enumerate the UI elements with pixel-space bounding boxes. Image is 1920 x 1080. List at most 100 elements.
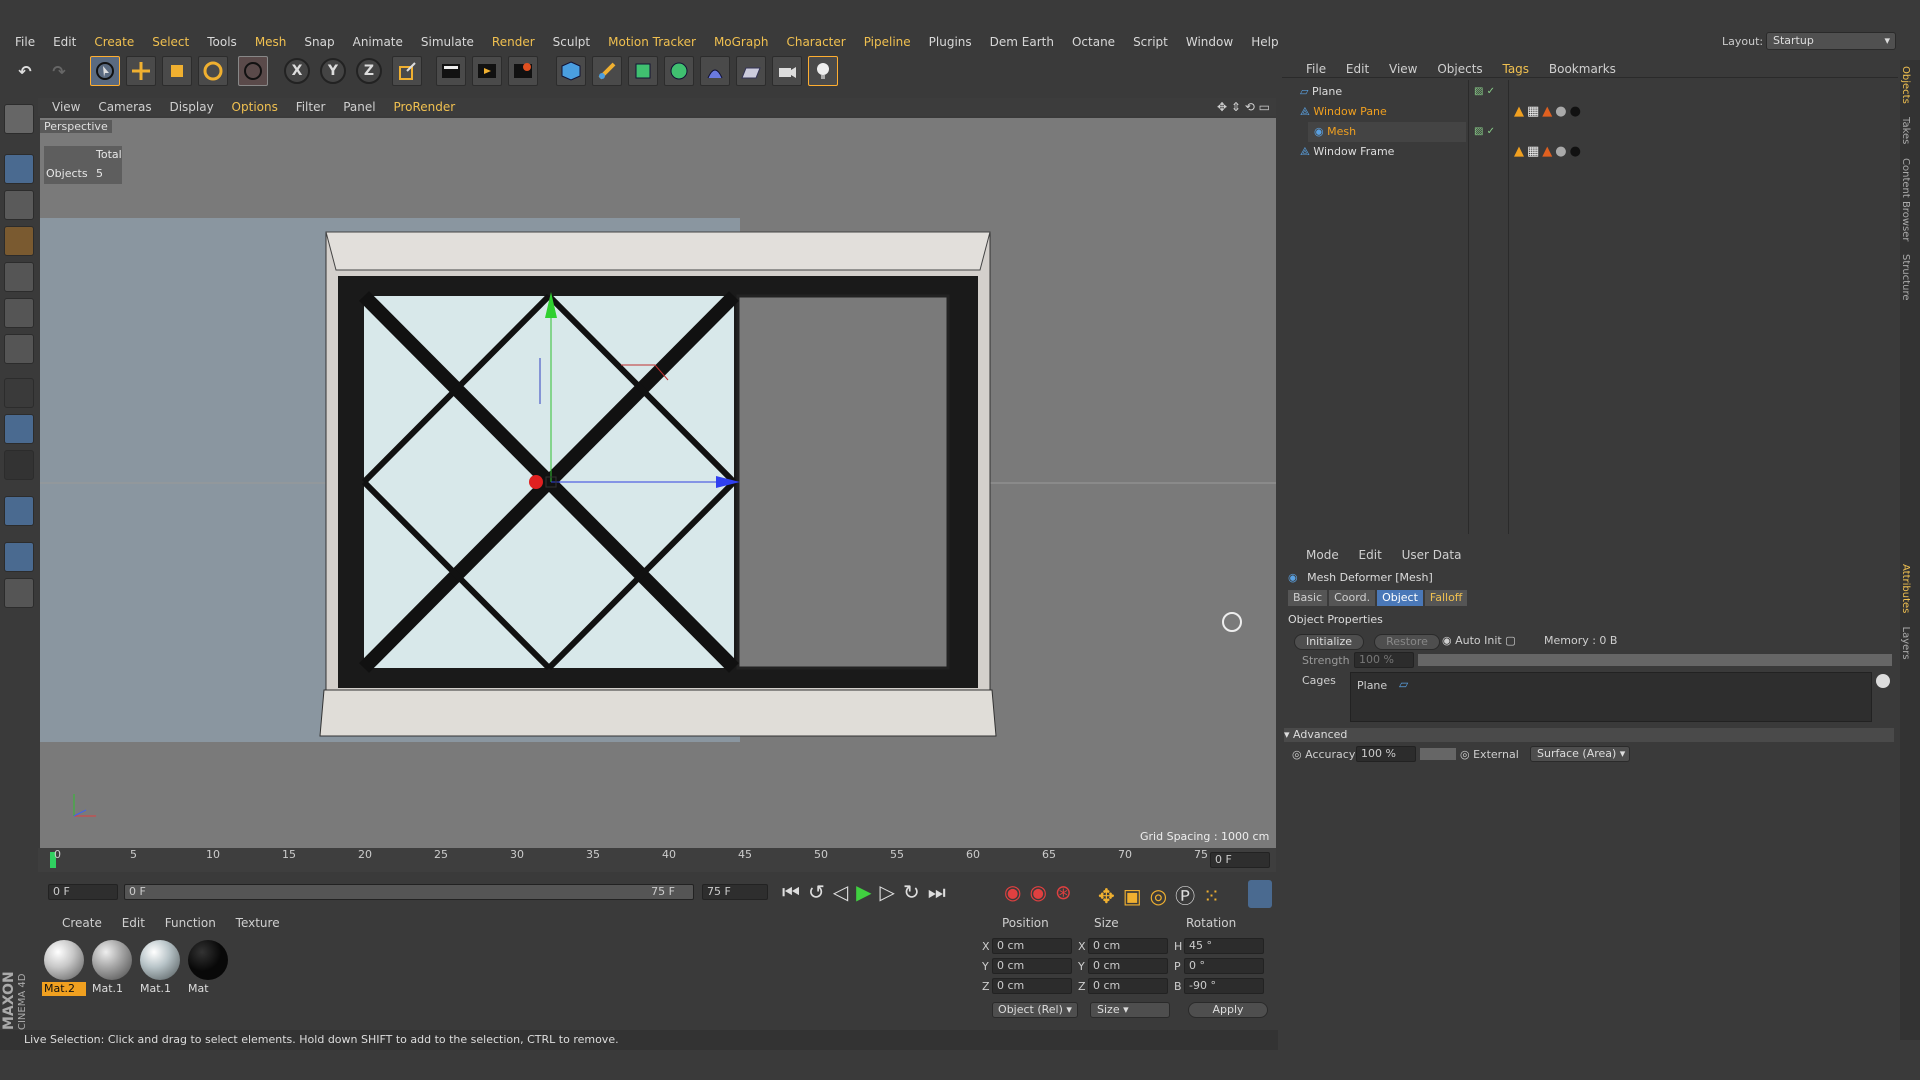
side-tab-attributes[interactable]: Attributes	[1900, 564, 1911, 613]
material-menu-texture[interactable]: Texture	[236, 916, 280, 930]
object-menu-bookmarks[interactable]: Bookmarks	[1549, 62, 1616, 76]
prev-frame-icon[interactable]: ◁	[833, 880, 856, 904]
key-pla-icon[interactable]: ⁙	[1203, 884, 1228, 908]
x-axis-lock-button[interactable]: X	[284, 58, 310, 84]
cube-icon[interactable]	[556, 56, 586, 86]
x-axis-handle[interactable]	[529, 475, 543, 489]
workplane-icon[interactable]	[4, 542, 34, 572]
tweak-mode-icon[interactable]	[4, 414, 34, 444]
keyframe-selection-icon[interactable]: ⊛	[1055, 880, 1080, 904]
visibility-toggles[interactable]: ▨ ✓	[1474, 126, 1504, 138]
menu-render[interactable]: Render	[483, 34, 544, 50]
live-selection-icon[interactable]	[90, 56, 120, 86]
key-rotation-icon[interactable]: ◎	[1150, 884, 1175, 908]
scale-icon[interactable]	[162, 56, 192, 86]
rotation-h-field[interactable]: 45 °	[1184, 938, 1264, 954]
size-y-field[interactable]: 0 cm	[1088, 958, 1168, 974]
viewport-menu-prorender[interactable]: ProRender	[393, 100, 455, 114]
workplane-mode-icon[interactable]	[4, 226, 34, 256]
cages-list[interactable]: Plane ▱	[1350, 672, 1872, 722]
position-x-field[interactable]: 0 cm	[992, 938, 1072, 954]
size-mode-select[interactable]: Size ▾	[1090, 1002, 1170, 1018]
magnet-icon[interactable]	[4, 496, 34, 526]
start-frame-field[interactable]: 0 F	[48, 884, 118, 900]
render-settings-icon[interactable]	[508, 56, 538, 86]
texture-mode-icon[interactable]	[4, 190, 34, 220]
object-row-window-frame[interactable]: ⟁ Window Frame	[1300, 142, 1394, 162]
polygons-mode-icon[interactable]	[4, 334, 34, 364]
menu-dem-earth[interactable]: Dem Earth	[981, 34, 1063, 50]
snap-icon[interactable]	[4, 450, 34, 480]
light-icon[interactable]	[808, 56, 838, 86]
next-frame-icon[interactable]: ▷	[880, 880, 903, 904]
accuracy-slider[interactable]	[1420, 748, 1456, 760]
menu-create[interactable]: Create	[85, 34, 143, 50]
rotation-b-field[interactable]: -90 °	[1184, 978, 1264, 994]
object-menu-view[interactable]: View	[1389, 62, 1417, 76]
tab-falloff[interactable]: Falloff	[1424, 590, 1468, 606]
menu-pipeline[interactable]: Pipeline	[855, 34, 920, 50]
undo-icon[interactable]: ↶	[10, 56, 40, 86]
material-swatch[interactable]: Mat.1	[138, 938, 182, 998]
points-mode-icon[interactable]	[4, 262, 34, 292]
render-view-icon[interactable]	[436, 56, 466, 86]
attribute-menu-mode[interactable]: Mode	[1306, 548, 1339, 562]
camera-label[interactable]: Perspective	[40, 120, 112, 133]
object-menu-edit[interactable]: Edit	[1346, 62, 1369, 76]
mograph-cloner-icon[interactable]	[664, 56, 694, 86]
tag-icons-window-pane[interactable]: ▲▦▲●●	[1514, 104, 1584, 119]
object-row-window-pane[interactable]: ⟁ Window Pane	[1300, 102, 1387, 122]
material-swatch[interactable]: Mat.2	[42, 938, 86, 998]
prev-key-icon[interactable]: ↺	[808, 880, 833, 904]
menu-window[interactable]: Window	[1177, 34, 1242, 50]
external-select[interactable]: Surface (Area) ▾	[1530, 746, 1630, 762]
object-menu-file[interactable]: File	[1306, 62, 1326, 76]
pick-icon[interactable]	[1876, 674, 1890, 688]
attribute-menu-edit[interactable]: Edit	[1359, 548, 1382, 562]
tag-icons-window-frame[interactable]: ▲▦▲●●	[1514, 144, 1584, 159]
model-mode-icon[interactable]	[4, 154, 34, 184]
go-to-end-icon[interactable]: ⏭	[928, 880, 954, 904]
side-tab-content-browser[interactable]: Content Browser	[1900, 158, 1911, 241]
auto-init-checkbox[interactable]: ◉ Auto Init ▢	[1442, 634, 1516, 647]
timeline-window-icon[interactable]	[1248, 880, 1272, 908]
viewport-nav-icons[interactable]: ✥ ⇕ ⟲ ▭	[1217, 98, 1270, 116]
play-icon[interactable]: ▶	[856, 880, 879, 904]
record-controls[interactable]: ◉◉⊛	[1004, 880, 1080, 904]
menu-octane[interactable]: Octane	[1063, 34, 1124, 50]
key-position-icon[interactable]: ✥	[1098, 884, 1123, 908]
make-editable-icon[interactable]	[4, 104, 34, 134]
redo-icon[interactable]: ↷	[44, 56, 74, 86]
rotate-icon[interactable]	[198, 56, 228, 86]
menu-script[interactable]: Script	[1124, 34, 1177, 50]
side-tab-structure[interactable]: Structure	[1900, 254, 1911, 301]
menu-motion-tracker[interactable]: Motion Tracker	[599, 34, 705, 50]
size-x-field[interactable]: 0 cm	[1088, 938, 1168, 954]
axis-mode-icon[interactable]	[4, 378, 34, 408]
playback-controls[interactable]: ⏮↺◁▶▷↻⏭	[782, 880, 954, 904]
menu-snap[interactable]: Snap	[295, 34, 343, 50]
last-tool-icon[interactable]	[238, 56, 268, 86]
tab-coord[interactable]: Coord.	[1329, 590, 1376, 606]
3d-viewport[interactable]	[40, 118, 1276, 848]
menu-select[interactable]: Select	[143, 34, 198, 50]
key-type-controls[interactable]: ✥▣◎Ⓟ⁙	[1098, 880, 1228, 909]
material-menu-function[interactable]: Function	[165, 916, 216, 930]
viewport-menu-options[interactable]: Options	[232, 100, 278, 114]
current-frame-field[interactable]: 0 F	[1210, 852, 1270, 868]
menu-file[interactable]: File	[6, 34, 44, 50]
attribute-menu-user-data[interactable]: User Data	[1402, 548, 1462, 562]
accuracy-field[interactable]: 100 %	[1356, 746, 1416, 762]
menu-tools[interactable]: Tools	[198, 34, 246, 50]
menu-help[interactable]: Help	[1242, 34, 1287, 50]
material-menu-create[interactable]: Create	[62, 916, 102, 930]
menu-character[interactable]: Character	[777, 34, 854, 50]
section-advanced[interactable]: ▾ Advanced	[1284, 728, 1894, 742]
menu-animate[interactable]: Animate	[344, 34, 412, 50]
end-frame-field[interactable]: 75 F	[702, 884, 768, 900]
subdivision-icon[interactable]	[628, 56, 658, 86]
coordinate-system-icon[interactable]	[392, 56, 422, 86]
visibility-toggles[interactable]: ▨ ✓	[1474, 86, 1504, 98]
position-y-field[interactable]: 0 cm	[992, 958, 1072, 974]
initialize-button[interactable]: Initialize	[1294, 634, 1364, 650]
